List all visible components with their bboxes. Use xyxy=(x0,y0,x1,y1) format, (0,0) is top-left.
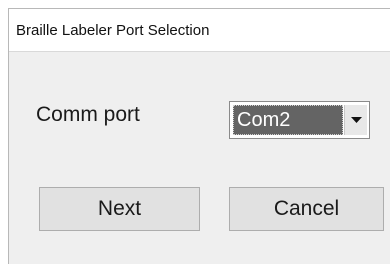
next-button[interactable]: Next xyxy=(39,187,200,231)
comm-port-dropdown[interactable]: Com2 xyxy=(229,101,370,139)
dropdown-arrow-button[interactable] xyxy=(344,105,367,135)
port-selection-dialog: Braille Labeler Port Selection Comm port… xyxy=(8,8,390,264)
comm-port-label: Comm port xyxy=(36,103,140,126)
cancel-button[interactable]: Cancel xyxy=(229,187,384,231)
window-title: Braille Labeler Port Selection xyxy=(16,22,210,39)
chevron-down-icon xyxy=(351,117,362,123)
title-bar: Braille Labeler Port Selection xyxy=(9,9,390,52)
comm-port-selected-value[interactable]: Com2 xyxy=(233,105,343,135)
